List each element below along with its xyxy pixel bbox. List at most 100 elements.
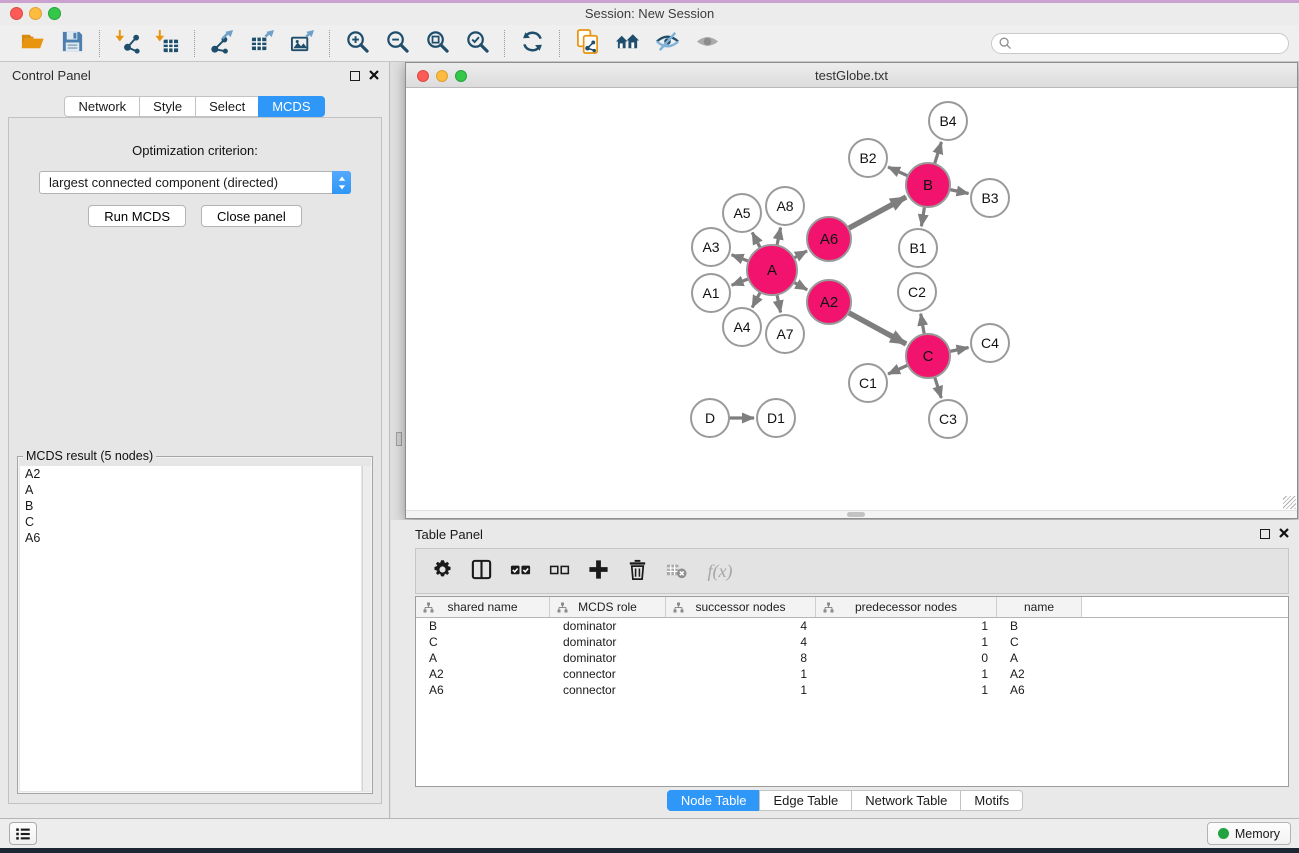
refresh-layout-button[interactable]	[512, 28, 552, 59]
result-list-item[interactable]: B	[20, 498, 361, 514]
table-row[interactable]: Adominator80A	[416, 650, 1288, 666]
tab-motifs[interactable]: Motifs	[960, 790, 1023, 811]
cell-successor-nodes: 4	[666, 619, 816, 633]
node-A3[interactable]: A3	[692, 228, 730, 266]
zoom-out-button[interactable]	[377, 28, 417, 59]
splitter-handle[interactable]	[396, 432, 402, 446]
node-C[interactable]: C	[906, 334, 950, 378]
network-horizontal-scrollbar[interactable]	[406, 510, 1297, 518]
zoom-selected-button[interactable]	[457, 28, 497, 59]
tab-node-table[interactable]: Node Table	[667, 790, 761, 811]
table-row[interactable]: Bdominator41B	[416, 618, 1288, 634]
memory-button[interactable]: Memory	[1207, 822, 1291, 845]
node-A2[interactable]: A2	[807, 280, 851, 324]
table-row[interactable]: Cdominator41C	[416, 634, 1288, 650]
float-table-panel-icon[interactable]	[1260, 529, 1270, 539]
column-header-name[interactable]: name	[997, 597, 1082, 617]
table-panel-tabs: Node TableEdge TableNetwork TableMotifs	[391, 790, 1299, 811]
node-A5[interactable]: A5	[723, 194, 761, 232]
create-column-button[interactable]	[585, 558, 611, 584]
export-table-button[interactable]	[242, 28, 282, 59]
tab-mcds[interactable]: MCDS	[258, 96, 324, 117]
node-D[interactable]: D	[691, 399, 729, 437]
node-A7[interactable]: A7	[766, 315, 804, 353]
node-A8[interactable]: A8	[766, 187, 804, 225]
table-options-gear-button[interactable]	[429, 558, 455, 584]
result-list-item[interactable]: A2	[20, 466, 361, 482]
close-window-button[interactable]	[10, 7, 23, 20]
cell-shared-name: A2	[416, 667, 550, 681]
column-header-successor-nodes[interactable]: successor nodes	[666, 597, 816, 617]
node-A[interactable]: A	[747, 245, 797, 295]
mcds-result-title: MCDS result (5 nodes)	[23, 449, 156, 463]
run-mcds-button[interactable]: Run MCDS	[88, 205, 186, 227]
tab-select[interactable]: Select	[195, 96, 259, 117]
app-window: Session: New Session Control Panel Netwo…	[0, 3, 1299, 848]
export-image-button[interactable]	[282, 28, 322, 59]
result-list-item[interactable]: A	[20, 482, 361, 498]
export-network-button[interactable]	[202, 28, 242, 59]
window-resize-grip[interactable]	[1283, 496, 1296, 509]
deselect-all-columns-button[interactable]	[546, 558, 572, 584]
node-label-A7: A7	[776, 326, 793, 342]
mcds-result-list[interactable]: A2ABCA6	[20, 466, 361, 791]
node-B4[interactable]: B4	[929, 102, 967, 140]
list-icon	[14, 825, 32, 843]
new-network-from-selection-button[interactable]	[567, 28, 607, 59]
mcds-tab-content: Optimization criterion: largest connecte…	[8, 117, 382, 804]
tab-edge-table[interactable]: Edge Table	[759, 790, 852, 811]
node-A4[interactable]: A4	[723, 308, 761, 346]
open-session-button[interactable]	[12, 28, 52, 59]
save-session-button[interactable]	[52, 28, 92, 59]
node-A6[interactable]: A6	[807, 217, 851, 261]
node-B3[interactable]: B3	[971, 179, 1009, 217]
minimize-window-button[interactable]	[29, 7, 42, 20]
task-history-button[interactable]	[9, 822, 37, 845]
hscrollbar-thumb[interactable]	[847, 512, 865, 517]
delete-columns-button[interactable]	[624, 558, 650, 584]
table-row[interactable]: A2connector11A2	[416, 666, 1288, 682]
network-zoom-button[interactable]	[455, 70, 467, 82]
first-neighbors-button[interactable]	[607, 28, 647, 59]
column-header-predecessor-nodes[interactable]: predecessor nodes	[816, 597, 997, 617]
network-minimize-button[interactable]	[436, 70, 448, 82]
float-panel-icon[interactable]	[350, 71, 360, 81]
delete-columns-icon	[626, 558, 649, 584]
tab-network[interactable]: Network	[64, 96, 140, 117]
close-panel-icon[interactable]	[369, 68, 379, 83]
zoom-fit-button[interactable]	[417, 28, 457, 59]
node-D1[interactable]: D1	[757, 399, 795, 437]
cell-name: B	[997, 619, 1082, 633]
close-table-panel-icon[interactable]	[1279, 526, 1289, 541]
result-list-item[interactable]: A6	[20, 530, 361, 546]
node-C4[interactable]: C4	[971, 324, 1009, 362]
tab-network-table[interactable]: Network Table	[851, 790, 961, 811]
node-A1[interactable]: A1	[692, 274, 730, 312]
result-list-scrollbar[interactable]	[362, 466, 371, 791]
zoom-in-button[interactable]	[337, 28, 377, 59]
zoom-window-button[interactable]	[48, 7, 61, 20]
search-input[interactable]	[991, 33, 1289, 54]
result-list-item[interactable]: C	[20, 514, 361, 530]
select-all-columns-icon	[509, 558, 532, 584]
node-B1[interactable]: B1	[899, 229, 937, 267]
table-row[interactable]: A6connector11A6	[416, 682, 1288, 698]
node-B[interactable]: B	[906, 163, 950, 207]
optimization-criterion-dropdown[interactable]: largest connected component (directed)	[39, 171, 351, 194]
select-all-columns-button[interactable]	[507, 558, 533, 584]
tab-style[interactable]: Style	[139, 96, 196, 117]
close-panel-button[interactable]: Close panel	[201, 205, 302, 227]
show-columns-button[interactable]	[468, 558, 494, 584]
network-canvas[interactable]: B4 B2 B B3 A8A5 A6 B1 A3 A C2 A1 A2 A4 A7 C4 C C1 C3 D D1	[406, 89, 1297, 510]
column-header-mcds-role[interactable]: MCDS role	[550, 597, 666, 617]
node-B2[interactable]: B2	[849, 139, 887, 177]
node-C1[interactable]: C1	[849, 364, 887, 402]
network-close-button[interactable]	[417, 70, 429, 82]
attribute-tree-icon	[673, 602, 684, 613]
node-C3[interactable]: C3	[929, 400, 967, 438]
import-table-button[interactable]	[147, 28, 187, 59]
node-C2[interactable]: C2	[898, 273, 936, 311]
column-header-shared-name[interactable]: shared name	[416, 597, 550, 617]
hide-selected-button[interactable]	[647, 28, 687, 59]
import-network-button[interactable]	[107, 28, 147, 59]
